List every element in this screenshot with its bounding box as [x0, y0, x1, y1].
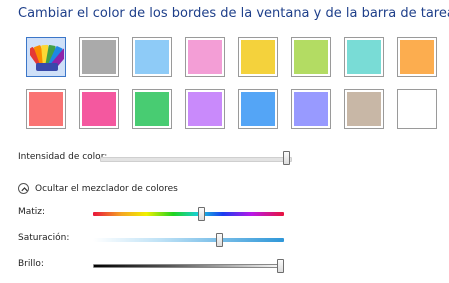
color-swatch-periwinkle[interactable]	[291, 89, 331, 129]
rainbow-palette-icon	[30, 44, 64, 71]
color-swatch-teal[interactable]	[344, 37, 384, 77]
color-swatch-magenta[interactable]	[79, 89, 119, 129]
saturation-label: Saturación:	[18, 233, 70, 243]
color-swatch-gray[interactable]	[79, 37, 119, 77]
intensity-slider-track[interactable]	[100, 157, 292, 162]
color-swatch-lime[interactable]	[291, 37, 331, 77]
color-swatch-red[interactable]	[26, 89, 66, 129]
intensity-label: Intensidad de color:	[18, 152, 108, 162]
saturation-slider-thumb[interactable]	[216, 233, 223, 247]
mixer-toggle-button[interactable]	[18, 183, 29, 194]
chevron-up-icon	[21, 187, 28, 192]
page-heading: Cambiar el color de los bordes de la ven…	[18, 6, 449, 21]
brightness-slider-thumb[interactable]	[277, 259, 284, 273]
brightness-label: Brillo:	[18, 259, 44, 269]
hue-slider-track[interactable]	[93, 212, 284, 216]
color-swatch-pink[interactable]	[185, 37, 225, 77]
color-swatch-orange[interactable]	[397, 37, 437, 77]
intensity-slider-thumb[interactable]	[283, 151, 290, 165]
mixer-toggle-label[interactable]: Ocultar el mezclador de colores	[35, 184, 178, 194]
color-swatch-violet[interactable]	[185, 89, 225, 129]
saturation-slider-track[interactable]	[93, 238, 284, 242]
color-swatch-white[interactable]	[397, 89, 437, 129]
hue-label: Matiz:	[18, 207, 46, 217]
color-swatch-automatic[interactable]	[26, 37, 66, 77]
color-swatch-sky-blue[interactable]	[132, 37, 172, 77]
color-swatch-green[interactable]	[132, 89, 172, 129]
color-swatch-yellow[interactable]	[238, 37, 278, 77]
color-swatch-blue[interactable]	[238, 89, 278, 129]
brightness-slider-track[interactable]	[93, 264, 284, 268]
color-swatch-taupe[interactable]	[344, 89, 384, 129]
hue-slider-thumb[interactable]	[198, 207, 205, 221]
